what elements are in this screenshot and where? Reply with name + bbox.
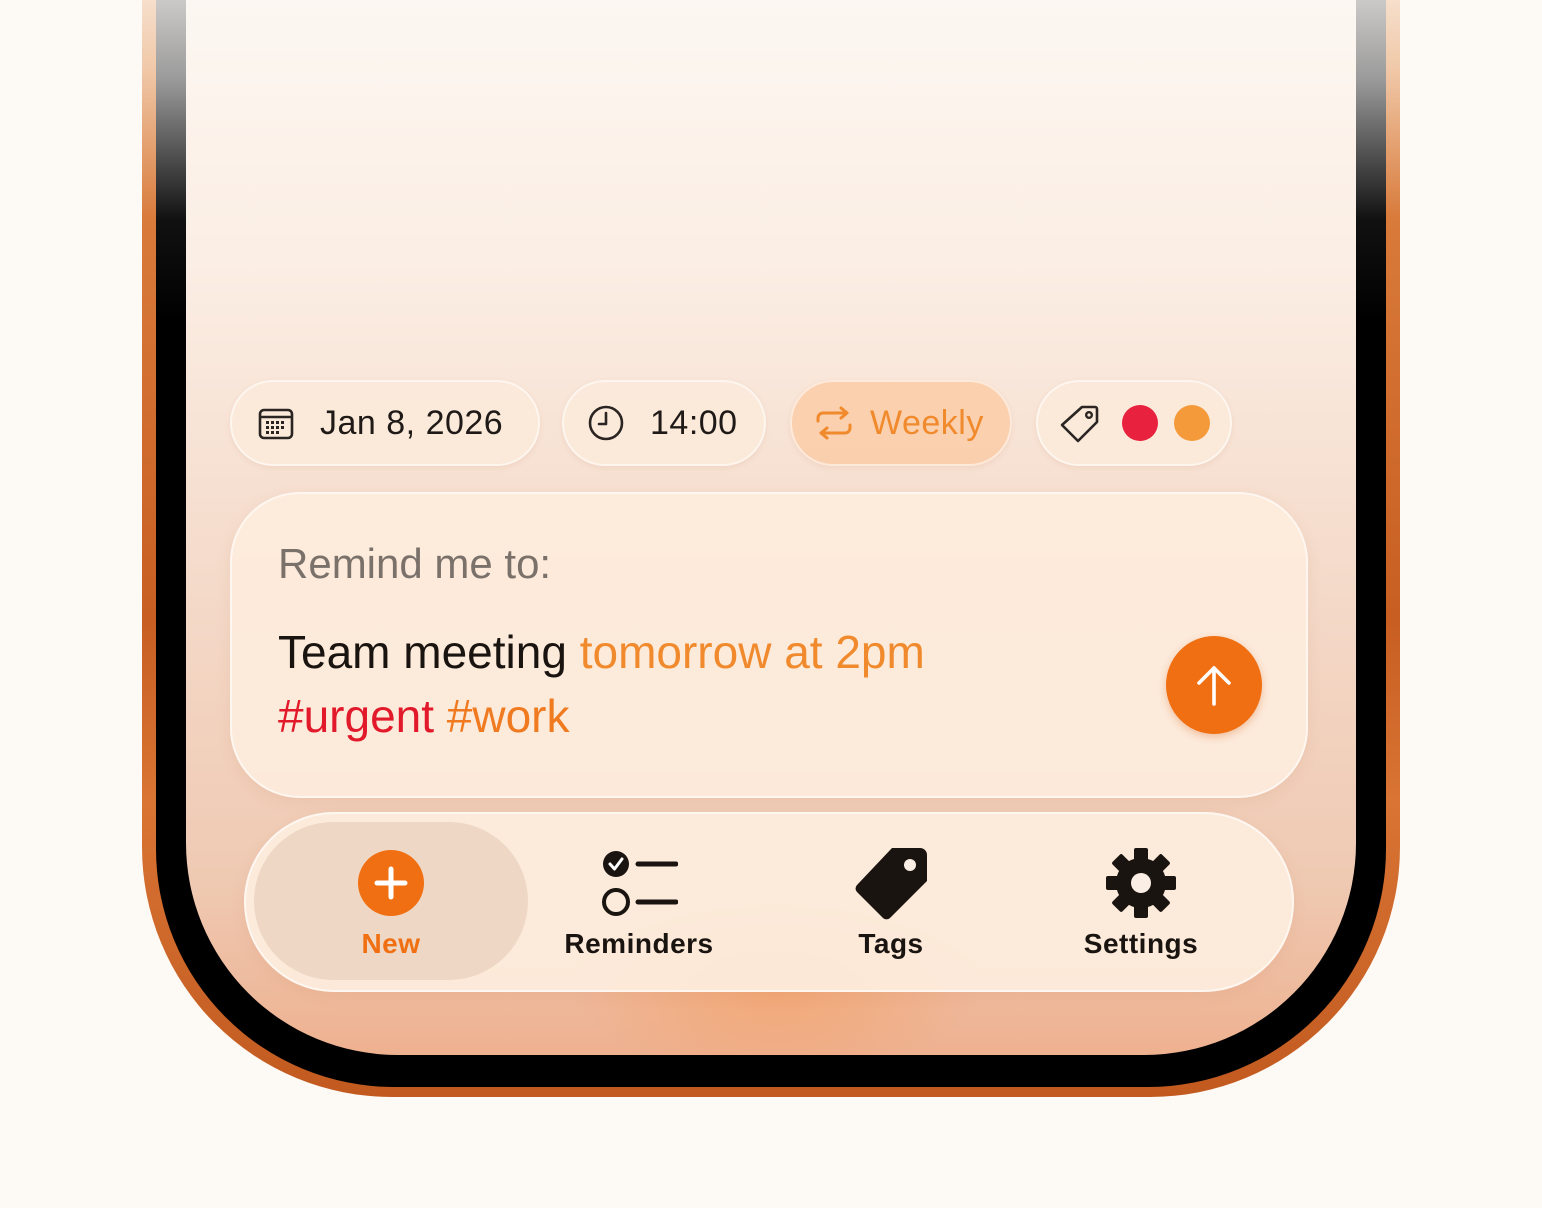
tab-reminders-label: Reminders	[564, 928, 714, 959]
tab-new-label: New	[361, 928, 421, 959]
tags-chip[interactable]	[1036, 380, 1232, 466]
date-value: Jan 8, 2026	[320, 403, 504, 442]
arrow-up-icon	[1197, 666, 1231, 706]
submit-button[interactable]	[1166, 636, 1262, 734]
repeat-icon	[814, 403, 854, 443]
clock-icon	[586, 403, 626, 443]
tag-outline-icon	[1060, 403, 1100, 443]
calendar-icon	[256, 403, 296, 443]
tag-dot-orange	[1174, 405, 1210, 441]
reminder-text-plain: Team meeting	[278, 626, 567, 678]
tag-dot-red	[1122, 405, 1158, 441]
checklist-icon	[602, 851, 678, 916]
reminder-text-input[interactable]: Team meeting tomorrow at 2pm #urgent #wo…	[278, 620, 1118, 748]
tab-new[interactable]: New	[254, 822, 528, 980]
phone-screen: Jan 8, 2026 14:00 Weekly Remind me to: T…	[186, 0, 1356, 1055]
prompt-label: Remind me to:	[278, 540, 552, 587]
reminder-tag-work: #work	[446, 690, 570, 742]
date-chip[interactable]: Jan 8, 2026	[230, 380, 540, 466]
tab-tags-label: Tags	[858, 928, 924, 959]
tag-icon	[855, 848, 927, 920]
tab-settings-label: Settings	[1083, 928, 1199, 959]
reminder-input-card[interactable]: Remind me to: Team meeting tomorrow at 2…	[230, 492, 1308, 798]
repeat-value: Weekly	[870, 403, 984, 442]
tab-tags[interactable]: Tags	[754, 822, 1028, 980]
tab-settings[interactable]: Settings	[1004, 822, 1278, 980]
time-value: 14:00	[650, 403, 738, 442]
reminder-text-time: tomorrow at 2pm	[579, 626, 925, 678]
tab-reminders[interactable]: Reminders	[502, 822, 776, 980]
plus-circle-icon	[358, 850, 424, 916]
tab-bar: New Reminders Tags Settings	[244, 812, 1294, 992]
time-chip[interactable]: 14:00	[562, 380, 766, 466]
gear-icon	[1106, 848, 1176, 918]
repeat-chip[interactable]: Weekly	[790, 380, 1012, 466]
reminder-tag-urgent: #urgent	[278, 690, 435, 742]
